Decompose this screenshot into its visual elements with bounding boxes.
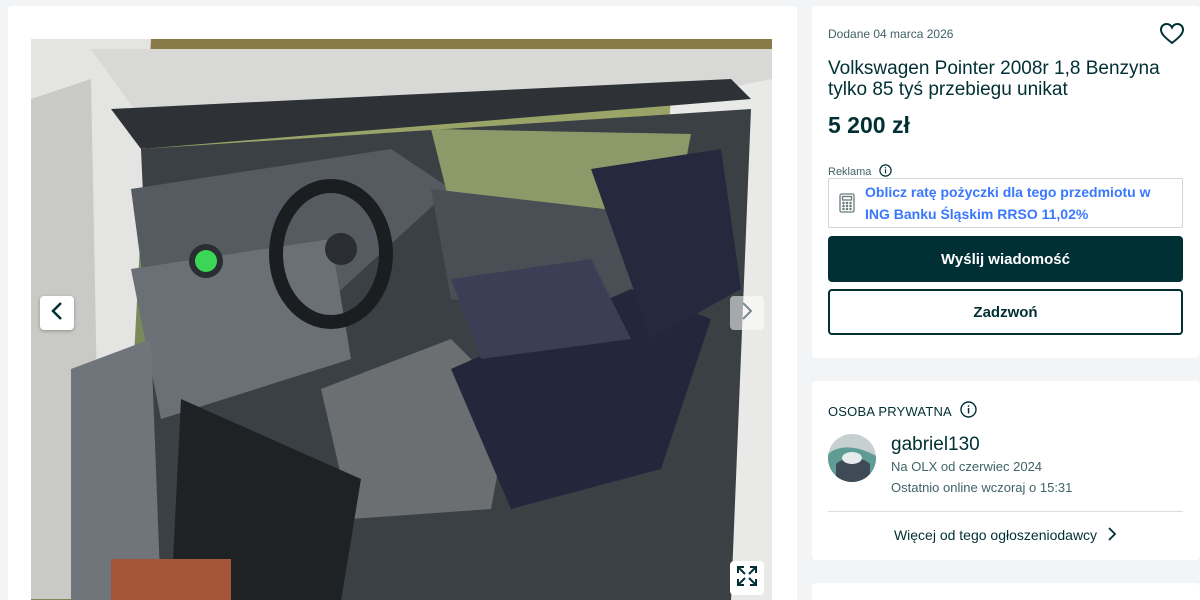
gallery-next-button[interactable] bbox=[730, 296, 764, 330]
call-button[interactable]: Zadzwoń bbox=[828, 289, 1183, 335]
ad-label-text: Reklama bbox=[828, 166, 872, 178]
divider bbox=[828, 511, 1183, 512]
more-from-seller-link[interactable]: Więcej od tego ogłoszeniodawcy bbox=[828, 521, 1183, 549]
gallery-prev-button[interactable] bbox=[40, 296, 74, 330]
chevron-left-icon bbox=[50, 301, 64, 326]
chevron-right-icon bbox=[1107, 526, 1117, 544]
info-icon[interactable] bbox=[960, 401, 977, 421]
listing-photo[interactable] bbox=[31, 39, 772, 600]
next-card bbox=[812, 583, 1200, 600]
chevron-right-icon bbox=[740, 301, 754, 326]
listing-title: Volkswagen Pointer 2008r 1,8 Benzyna tyl… bbox=[828, 58, 1160, 100]
added-date: Dodane 04 marca 2026 bbox=[828, 27, 954, 41]
seller-last-online: Ostatnio online wczoraj o 15:31 bbox=[891, 480, 1073, 495]
more-from-seller-label: Więcej od tego ogłoszeniodawcy bbox=[893, 527, 1098, 543]
listing-price: 5 200 zł bbox=[828, 112, 910, 138]
listing-card: Dodane 04 marca 2026 Volkswagen Pointer … bbox=[812, 6, 1200, 358]
seller-since: Na OLX od czerwiec 2024 bbox=[891, 459, 1043, 474]
loan-ad-banner[interactable]: Oblicz ratę pożyczki dla tego przedmiotu… bbox=[828, 178, 1183, 228]
gallery bbox=[8, 6, 797, 600]
loan-ad-text[interactable]: Oblicz ratę pożyczki dla tego przedmiotu… bbox=[865, 181, 1165, 225]
favorite-button[interactable] bbox=[1159, 22, 1185, 46]
fullscreen-button[interactable] bbox=[730, 561, 764, 595]
expand-icon bbox=[736, 565, 758, 592]
seller-card: OSOBA PRYWATNA gabriel130 Na OLX od czer… bbox=[812, 381, 1200, 560]
seller-type-label: OSOBA PRYWATNA bbox=[828, 403, 952, 419]
send-message-button[interactable]: Wyślij wiadomość bbox=[828, 236, 1183, 282]
seller-type: OSOBA PRYWATNA bbox=[828, 401, 977, 421]
seller-name[interactable]: gabriel130 bbox=[891, 434, 980, 456]
avatar[interactable] bbox=[828, 434, 876, 482]
heart-icon bbox=[1159, 22, 1185, 50]
calculator-icon bbox=[829, 193, 865, 213]
